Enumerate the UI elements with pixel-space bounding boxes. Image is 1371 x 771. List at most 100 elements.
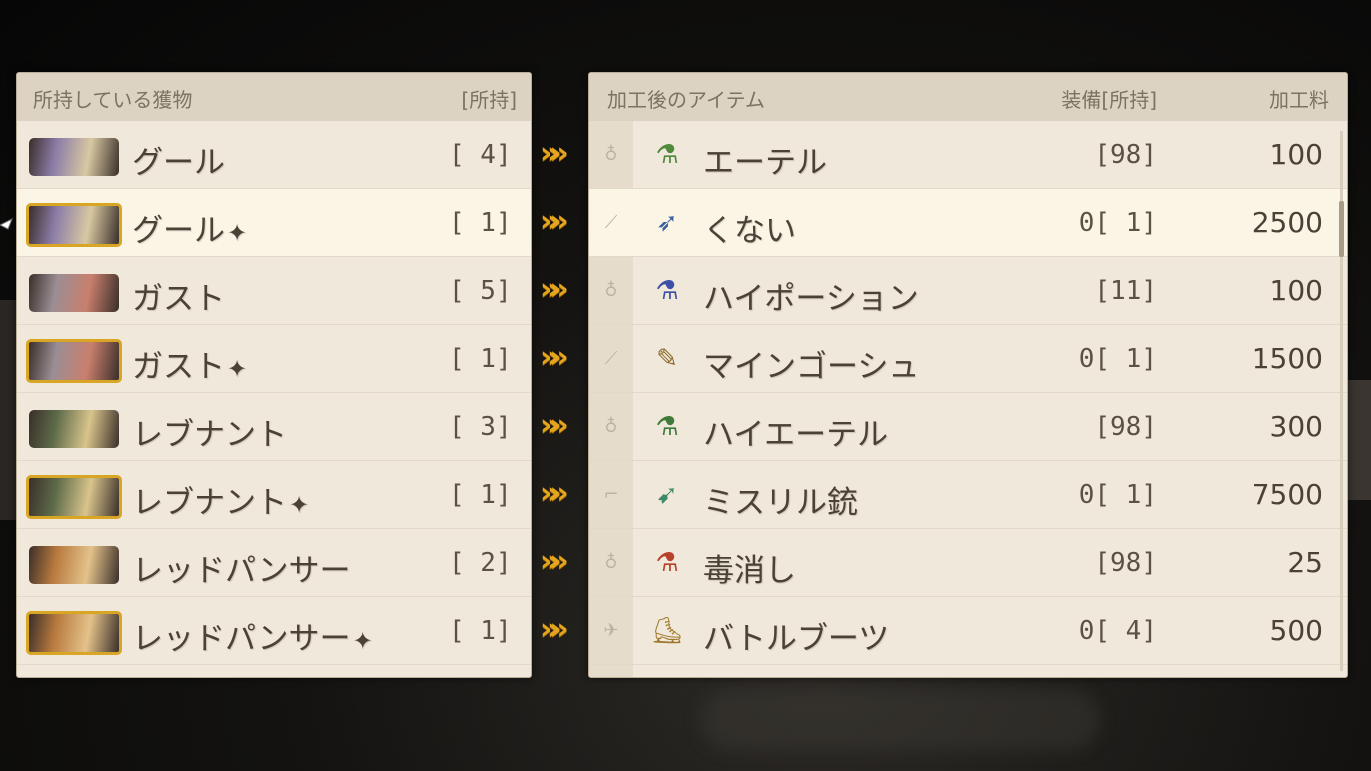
loot-row[interactable]: レッドパンサー [ 2] xyxy=(17,529,531,597)
loot-name: ガスト xyxy=(132,273,225,318)
item-equip-owned: 0[ 1] xyxy=(1078,208,1157,238)
loot-name: グール xyxy=(132,137,225,182)
double-chevron-right-icon: »» xyxy=(540,272,569,307)
item-name: ハイポーション xyxy=(703,281,919,317)
background-glow xyxy=(700,690,1100,750)
item-fee: 100 xyxy=(1269,274,1323,307)
loot-row[interactable]: ガスト [ 5] xyxy=(17,257,531,325)
loot-name-text: グール xyxy=(132,213,225,249)
double-chevron-right-icon: »» xyxy=(540,136,569,171)
loot-row[interactable]: レッドパンサー✦ [ 1] xyxy=(17,597,531,665)
item-name: ハイエーテル xyxy=(703,417,889,453)
loot-name-text: レブナント xyxy=(132,417,287,453)
kunai-icon: ➶ xyxy=(656,208,678,238)
loot-header-title: 所持している獲物 xyxy=(33,88,193,112)
item-fee: 25 xyxy=(1287,546,1323,579)
dagger-type-icon: ⟋ xyxy=(604,212,618,233)
crafted-header-equip: 装備[所持] xyxy=(1061,88,1157,112)
loot-name: レブナント✦ xyxy=(132,477,309,522)
ghoul-plus-portrait xyxy=(26,203,122,247)
double-chevron-right-icon: »» xyxy=(540,612,569,647)
item-equip-owned: [98] xyxy=(1078,548,1157,578)
crafted-item-row[interactable]: ⌐ ➹ ミスリル銃 0[ 1] 7500 xyxy=(589,461,1347,529)
crafted-header-title: 加工後のアイテム xyxy=(607,88,765,112)
loot-name: レッドパンサー✦ xyxy=(132,613,373,658)
loot-row[interactable]: レブナント [ 3] xyxy=(17,393,531,461)
loot-row[interactable]: ガスト✦ [ 1] xyxy=(17,325,531,393)
item-name: 毒消し xyxy=(703,553,796,589)
loot-count: [ 1] xyxy=(449,480,512,510)
loot-name-text: ガスト xyxy=(132,349,225,385)
item-fee: 2500 xyxy=(1251,206,1323,239)
crafted-item-row[interactable]: ⟋ ✎ マインゴーシュ 0[ 1] 1500 xyxy=(589,325,1347,393)
loot-row[interactable]: グール✦ [ 1] xyxy=(17,189,531,257)
selection-cursor-icon xyxy=(0,217,13,230)
boots-type-icon: ✈ xyxy=(603,620,619,641)
double-chevron-right-icon: »» xyxy=(540,408,569,443)
crafted-item-row[interactable]: ✈ ⛸ バトルブーツ 0[ 4] 500 xyxy=(589,597,1347,665)
double-chevron-right-icon: »» xyxy=(540,544,569,579)
sparkle-icon: ✦ xyxy=(289,491,310,519)
loot-count: [ 1] xyxy=(449,344,512,374)
loot-count: [ 4] xyxy=(449,140,512,170)
loot-name-text: ガスト xyxy=(132,281,225,317)
main-gauche-icon: ✎ xyxy=(656,344,678,374)
loot-name-text: グール xyxy=(132,145,225,181)
flask-type-icon: ♁ xyxy=(604,280,618,301)
crafted-item-row[interactable]: ♁ ⚗ 毒消し [98] 25 xyxy=(589,529,1347,597)
ghoul-portrait xyxy=(29,138,119,176)
item-equip-owned: [98] xyxy=(1078,140,1157,170)
loot-name-text: レッドパンサー xyxy=(132,621,351,657)
loot-count: [ 2] xyxy=(449,548,512,578)
crafted-item-row[interactable]: ⟋ ➶ くない 0[ 1] 2500 xyxy=(589,189,1347,257)
dagger-type-icon: ⟋ xyxy=(604,348,618,369)
flask-type-icon: ♁ xyxy=(604,416,618,437)
loot-count: [ 1] xyxy=(449,208,512,238)
double-chevron-right-icon: »» xyxy=(540,476,569,511)
battle-boots-icon: ⛸ xyxy=(650,616,684,646)
item-fee: 1500 xyxy=(1251,342,1323,375)
revenant-portrait xyxy=(29,410,119,448)
loot-count: [ 3] xyxy=(449,412,512,442)
item-equip-owned: [11] xyxy=(1078,276,1157,306)
mythril-gun-icon: ➹ xyxy=(656,480,678,510)
loot-name: レブナント xyxy=(132,409,287,454)
loot-count: [ 5] xyxy=(449,276,512,306)
crafted-panel-header: 加工後のアイテム 装備[所持] 加工料 xyxy=(589,73,1347,121)
item-equip-owned: 0[ 1] xyxy=(1078,344,1157,374)
loot-name-text: レブナント xyxy=(132,485,287,521)
sparkle-icon: ✦ xyxy=(352,627,373,655)
scrollbar-thumb[interactable] xyxy=(1339,201,1344,257)
red-panther-plus-portrait xyxy=(26,611,122,655)
crafted-item-row[interactable]: ♁ ⚗ ハイエーテル [98] 300 xyxy=(589,393,1347,461)
loot-name: ガスト✦ xyxy=(132,341,247,386)
flask-type-icon: ♁ xyxy=(604,552,618,573)
ghast-plus-portrait xyxy=(26,339,122,383)
revenant-plus-portrait xyxy=(26,475,122,519)
ether-icon: ⚗ xyxy=(655,140,679,170)
hi-ether-icon: ⚗ xyxy=(655,412,679,442)
scrollbar[interactable] xyxy=(1339,131,1344,671)
loot-name: レッドパンサー xyxy=(132,545,351,590)
sparkle-icon: ✦ xyxy=(227,219,248,247)
double-chevron-right-icon: »» xyxy=(540,340,569,375)
item-name: くない xyxy=(703,213,796,249)
crafted-item-row[interactable]: ♁ ⚗ エーテル [98] 100 xyxy=(589,121,1347,189)
antidote-icon: ⚗ xyxy=(655,548,679,578)
item-equip-owned: 0[ 4] xyxy=(1078,616,1157,646)
background-shape xyxy=(1345,380,1371,500)
item-name: マインゴーシュ xyxy=(703,349,920,385)
item-equip-owned: 0[ 1] xyxy=(1078,480,1157,510)
item-equip-owned: [98] xyxy=(1078,412,1157,442)
item-fee: 500 xyxy=(1269,614,1323,647)
crafted-item-row[interactable]: ♁ ⚗ ハイポーション [11] 100 xyxy=(589,257,1347,325)
loot-count: [ 1] xyxy=(449,616,512,646)
gun-type-icon: ⌐ xyxy=(603,484,619,505)
loot-panel-header: 所持している獲物 [所持] xyxy=(17,73,531,121)
loot-row[interactable]: グール [ 4] xyxy=(17,121,531,189)
double-chevron-right-icon: »» xyxy=(540,204,569,239)
hi-potion-icon: ⚗ xyxy=(655,276,679,306)
item-name: ミスリル銃 xyxy=(703,485,858,521)
loot-row[interactable]: レブナント✦ [ 1] xyxy=(17,461,531,529)
red-panther-portrait xyxy=(29,546,119,584)
